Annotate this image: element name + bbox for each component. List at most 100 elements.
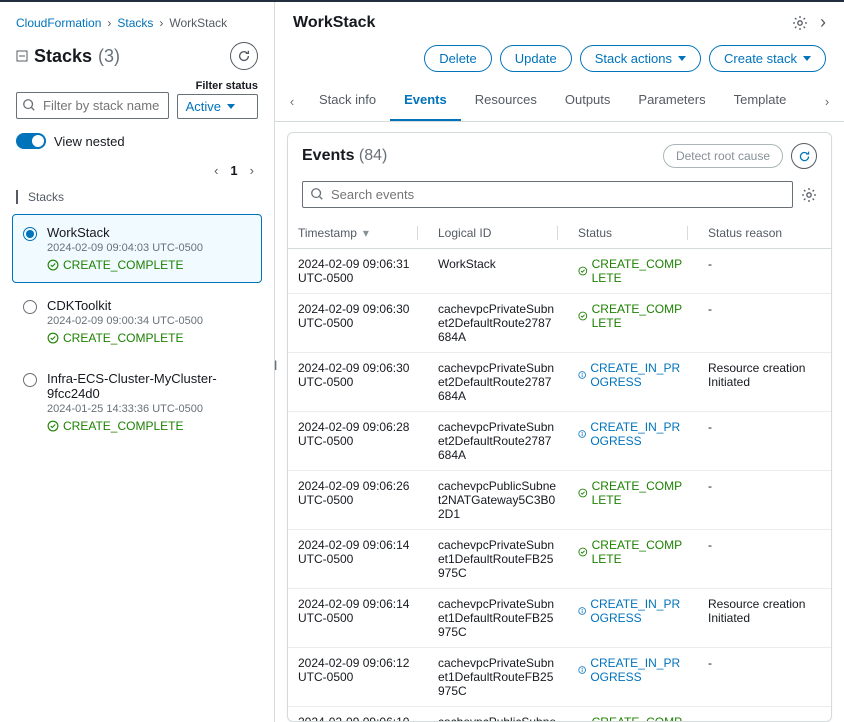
event-row: 2024-02-09 09:06:28 UTC-0500 cachevpcPri… [288,412,831,471]
cell-status: CREATE_IN_PROGRESS [568,412,698,471]
col-status-reason[interactable]: Status reason [698,218,831,249]
cell-status: CREATE_IN_PROGRESS [568,648,698,707]
stack-name: CDKToolkit [47,298,203,313]
info-circle-icon [578,428,586,440]
resize-handle-icon[interactable]: || [274,360,275,371]
stack-status: CREATE_COMPLETE [47,258,203,272]
caret-down-icon [227,104,235,109]
create-stack-button[interactable]: Create stack [709,45,826,72]
stack-card[interactable]: CDKToolkit 2024-02-09 09:00:34 UTC-0500 … [12,287,262,356]
cell-status: CREATE_IN_PROGRESS [568,589,698,648]
tab-outputs[interactable]: Outputs [551,82,625,121]
gear-icon[interactable] [792,15,808,31]
cell-logical-id: cachevpcPrivateSubnet2DefaultRoute278768… [428,353,568,412]
stack-radio[interactable] [23,300,37,314]
sidebar-section-label: Stacks [0,186,274,210]
stack-time: 2024-02-09 09:04:03 UTC-0500 [47,242,203,254]
event-row: 2024-02-09 09:06:26 UTC-0500 cachevpcPub… [288,471,831,530]
breadcrumb-link[interactable]: CloudFormation [16,16,101,30]
col-status[interactable]: Status [568,218,698,249]
event-row: 2024-02-09 09:06:31 UTC-0500 WorkStack C… [288,249,831,294]
cell-timestamp: 2024-02-09 09:06:26 UTC-0500 [288,471,428,530]
event-row: 2024-02-09 09:06:30 UTC-0500 cachevpcPri… [288,353,831,412]
cell-logical-id: cachevpcPrivateSubnet2DefaultRoute278768… [428,412,568,471]
tab-parameters[interactable]: Parameters [624,82,719,121]
stack-time: 2024-01-25 14:33:36 UTC-0500 [47,403,251,415]
detect-root-cause-button[interactable]: Detect root cause [663,144,783,168]
stack-actions-button[interactable]: Stack actions [580,45,701,72]
chevron-right-icon[interactable]: › [820,12,826,33]
cell-timestamp: 2024-02-09 09:06:31 UTC-0500 [288,249,428,294]
filter-status-label: Filter status [177,80,258,92]
cell-logical-id: WorkStack [428,249,568,294]
collapse-icon[interactable] [16,50,28,62]
table-settings-icon[interactable] [801,187,817,203]
update-button[interactable]: Update [500,45,572,72]
check-circle-icon [578,310,588,322]
stacks-title: Stacks (3) [16,46,120,67]
cell-status-reason: - [698,412,831,471]
cell-status: CREATE_IN_PROGRESS [568,353,698,412]
cell-status-reason: - [698,707,831,722]
refresh-icon [237,49,251,63]
tabs-scroll-left[interactable]: ‹ [279,94,305,109]
check-circle-icon [47,420,59,432]
check-circle-icon [578,487,588,499]
cell-logical-id: cachevpcPrivateSubnet1DefaultRouteFB2597… [428,589,568,648]
check-circle-icon [47,259,59,271]
cell-status-reason: - [698,471,831,530]
tab-resources[interactable]: Resources [461,82,551,121]
pager-next[interactable]: › [250,163,254,178]
event-row: 2024-02-09 09:06:30 UTC-0500 cachevpcPri… [288,294,831,353]
caret-down-icon [803,56,811,61]
cell-status: CREATE_COMPLETE [568,294,698,353]
filter-status-select[interactable]: Active [177,94,258,119]
delete-button[interactable]: Delete [424,45,492,72]
stack-time: 2024-02-09 09:00:34 UTC-0500 [47,315,203,327]
breadcrumb: CloudFormation › Stacks › WorkStack [0,10,274,36]
check-circle-icon [578,265,588,277]
cell-status: CREATE_COMPLETE [568,707,698,722]
cell-status-reason: Resource creation Initiated [698,353,831,412]
check-circle-icon [47,332,59,344]
tabs-scroll-right[interactable]: › [814,94,840,109]
col-logical-id[interactable]: Logical ID [428,218,568,249]
refresh-events-button[interactable] [791,143,817,169]
cell-timestamp: 2024-02-09 09:06:30 UTC-0500 [288,294,428,353]
cell-status: CREATE_COMPLETE [568,530,698,589]
stack-name: Infra-ECS-Cluster-MyCluster-9fcc24d0 [47,371,251,401]
search-icon [22,98,36,112]
tab-stack-info[interactable]: Stack info [305,82,390,121]
chevron-right-icon: › [159,16,163,30]
stack-card[interactable]: Infra-ECS-Cluster-MyCluster-9fcc24d0 202… [12,360,262,444]
col-timestamp[interactable]: Timestamp▾ [288,218,428,249]
event-row: 2024-02-09 09:06:12 UTC-0500 cachevpcPri… [288,648,831,707]
search-events-input[interactable] [302,181,793,208]
refresh-icon [798,150,811,163]
cell-timestamp: 2024-02-09 09:06:28 UTC-0500 [288,412,428,471]
sort-icon: ▾ [363,226,369,240]
cell-status-reason: - [698,294,831,353]
view-nested-toggle[interactable] [16,133,46,149]
stack-radio[interactable] [23,373,37,387]
stack-status: CREATE_COMPLETE [47,419,251,433]
cell-logical-id: cachevpcPrivateSubnet2DefaultRoute278768… [428,294,568,353]
cell-timestamp: 2024-02-09 09:06:12 UTC-0500 [288,648,428,707]
cell-timestamp: 2024-02-09 09:06:30 UTC-0500 [288,353,428,412]
view-nested-label: View nested [54,134,125,149]
filter-stacks-input[interactable] [16,92,169,119]
cell-timestamp: 2024-02-09 09:06:14 UTC-0500 [288,530,428,589]
breadcrumb-current: WorkStack [169,16,227,30]
search-icon [310,187,324,201]
stack-radio[interactable] [23,227,37,241]
tab-change-s[interactable]: Change s [800,82,814,121]
breadcrumb-link[interactable]: Stacks [117,16,153,30]
event-row: 2024-02-09 09:06:14 UTC-0500 cachevpcPri… [288,530,831,589]
pager-prev[interactable]: ‹ [214,163,218,178]
cell-status: CREATE_COMPLETE [568,249,698,294]
tab-template[interactable]: Template [720,82,801,121]
stack-card[interactable]: WorkStack 2024-02-09 09:04:03 UTC-0500 C… [12,214,262,283]
cell-logical-id: cachevpcPublicSubnet1NATGatewayF386F1F0 [428,707,568,722]
tab-events[interactable]: Events [390,82,461,121]
refresh-button[interactable] [230,42,258,70]
